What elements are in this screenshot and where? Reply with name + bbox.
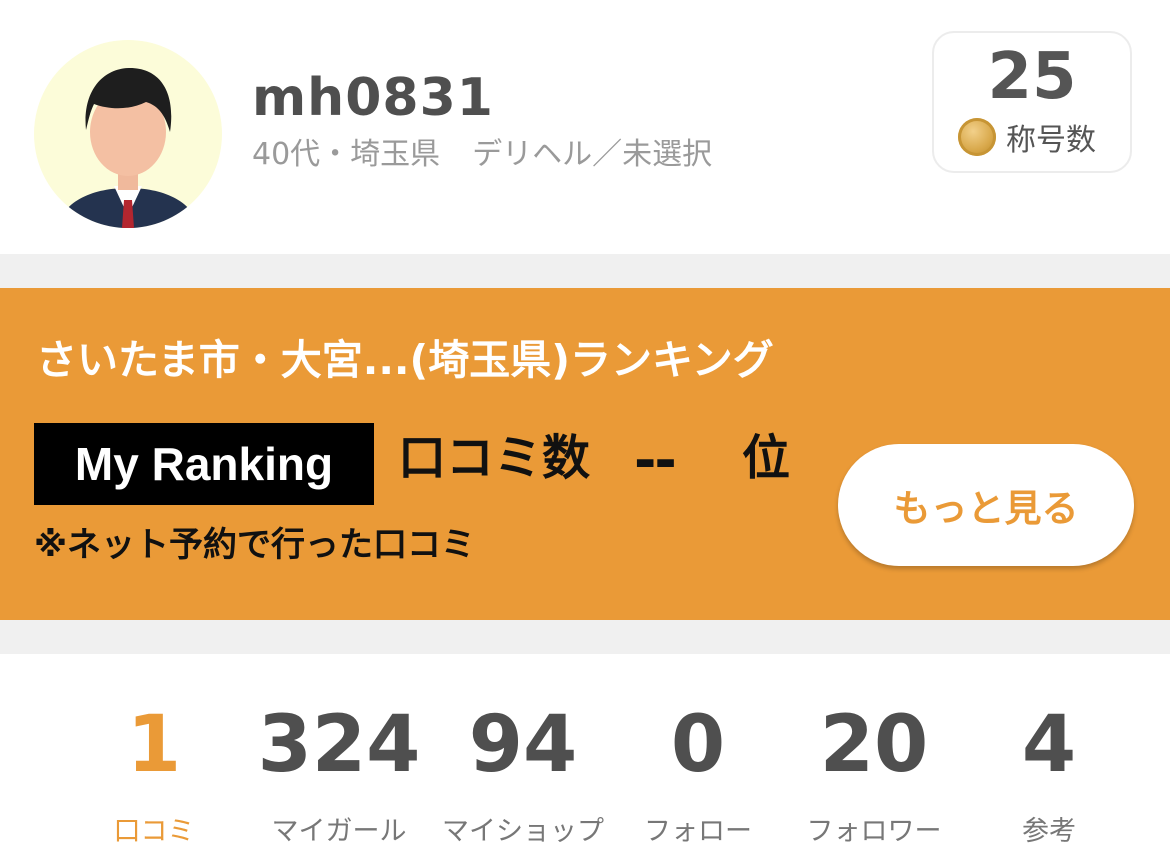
stat-value: 20 [819, 700, 929, 790]
stat-value: 1 [126, 700, 182, 790]
section-divider [0, 254, 1170, 288]
profile-header: mh0831 40代・埼玉県 デリヘル／未選択 25 称号数 [0, 0, 1170, 254]
my-ranking-badge: My Ranking [34, 423, 374, 505]
title-count-card[interactable]: 25 称号数 [932, 31, 1132, 173]
stat-label: マイガール [271, 816, 407, 847]
stat-label: 参考 [1022, 816, 1076, 847]
stat-reference[interactable]: 4 参考 [959, 706, 1139, 845]
username: mh0831 [252, 68, 494, 128]
user-avatar-icon [56, 68, 200, 228]
title-label: 称号数 [1006, 123, 1096, 158]
ranking-value: -- [634, 429, 677, 492]
title-count: 25 [987, 40, 1077, 114]
stat-my-shops[interactable]: 94 マイショップ [433, 706, 613, 845]
stat-value: 4 [1021, 700, 1077, 790]
category: デリヘル／未選択 [472, 137, 713, 172]
gold-medal-icon [958, 118, 996, 156]
stat-my-girls[interactable]: 324 マイガール [249, 706, 429, 845]
stat-label: マイショップ [442, 816, 604, 847]
stat-label: フォロー [644, 816, 752, 847]
avatar[interactable] [34, 40, 222, 228]
stat-value: 94 [468, 700, 578, 790]
ranking-metric: 口コミ数 [398, 430, 591, 486]
user-meta: 40代・埼玉県 デリヘル／未選択 [252, 140, 712, 170]
ranking-unit: 位 [742, 430, 791, 486]
ranking-note: ※ネット予約で行った口コミ [34, 525, 476, 565]
ranking-heading: さいたま市・大宮...(埼玉県)ランキング [36, 336, 774, 384]
stat-value: 324 [257, 700, 421, 790]
stat-label: 口コミ [113, 816, 195, 847]
age-region: 40代・埼玉県 [252, 137, 441, 172]
stat-follow[interactable]: 0 フォロー [608, 706, 788, 845]
stat-value: 0 [670, 700, 726, 790]
stat-label: フォロワー [806, 816, 942, 847]
stats-bar: 1 口コミ 324 マイガール 94 マイショップ 0 フォロー 20 フォロワ… [0, 654, 1170, 854]
see-more-button[interactable]: もっと見る [838, 444, 1134, 566]
stat-followers[interactable]: 20 フォロワー [784, 706, 964, 845]
section-divider [0, 620, 1170, 654]
title-label-row: 称号数 [958, 115, 1096, 159]
ranking-panel: さいたま市・大宮...(埼玉県)ランキング My Ranking 口コミ数 --… [0, 288, 1170, 620]
stat-reviews[interactable]: 1 口コミ [64, 706, 244, 845]
